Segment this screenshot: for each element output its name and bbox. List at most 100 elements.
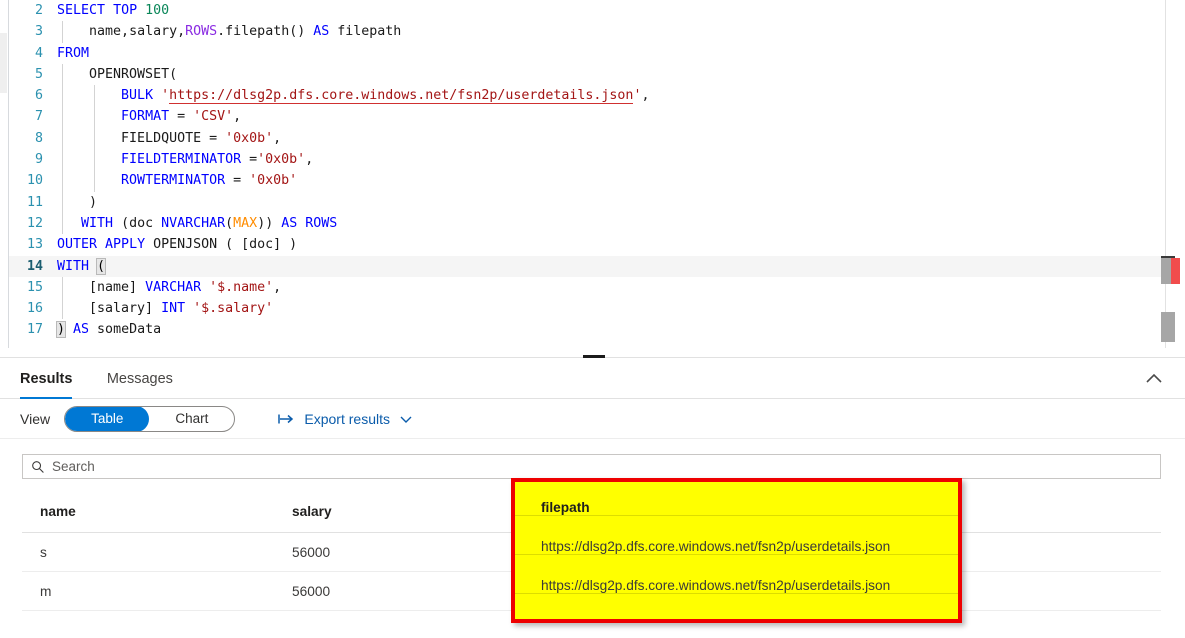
line-number: 4 bbox=[34, 45, 43, 61]
code-token: BULK bbox=[121, 88, 154, 104]
line-number: 6 bbox=[34, 88, 43, 104]
indent-guide bbox=[62, 149, 63, 171]
code-token: '0x0b' bbox=[257, 152, 306, 168]
code-token: (doc bbox=[113, 215, 162, 231]
indent-guide bbox=[94, 127, 95, 150]
code-token: , bbox=[121, 24, 130, 40]
code-line[interactable]: 14 WITH ( bbox=[9, 255, 1167, 277]
code-token: ROWS bbox=[185, 24, 218, 40]
code-token: WITH bbox=[57, 258, 90, 274]
line-number: 16 bbox=[26, 301, 43, 317]
code-text: OUTER APPLY OPENJSON ( [doc] ) bbox=[57, 237, 297, 252]
code-line[interactable]: 17) AS someData bbox=[9, 319, 1167, 340]
editor-results-splitter[interactable] bbox=[0, 348, 1185, 359]
search-input[interactable] bbox=[52, 459, 1160, 474]
tab-messages[interactable]: Messages bbox=[107, 359, 173, 399]
code-line[interactable]: 3 name,salary,ROWS.filepath() AS filepat… bbox=[9, 21, 1167, 43]
code-token: ( bbox=[96, 257, 107, 275]
view-option-table[interactable]: Table bbox=[65, 406, 150, 431]
table-cell-name: m bbox=[40, 583, 52, 599]
code-token: , bbox=[273, 279, 282, 295]
column-header-salary[interactable]: salary bbox=[274, 504, 506, 519]
code-line[interactable]: 7 FORMAT = 'CSV', bbox=[9, 106, 1167, 128]
annotation-filepath-row-1: https://dlsg2p.dfs.core.windows.net/fsn2… bbox=[541, 539, 891, 554]
indent-guide bbox=[94, 149, 95, 171]
code-token: .filepath() bbox=[217, 24, 314, 40]
code-token: ROWS bbox=[305, 215, 338, 231]
code-token: FROM bbox=[57, 45, 90, 61]
code-lines-container[interactable]: 2 SELECT TOP 100 3 name,salary,ROWS.filepa… bbox=[9, 0, 1167, 348]
code-text: WITH (doc NVARCHAR(MAX)) AS ROWS bbox=[57, 216, 337, 231]
code-text: FROM bbox=[57, 46, 89, 61]
tab-results[interactable]: Results bbox=[20, 359, 73, 399]
line-number: 3 bbox=[34, 24, 43, 40]
line-number: 11 bbox=[26, 194, 43, 210]
code-token: , bbox=[305, 152, 314, 168]
scrollbar-thumb-lower[interactable] bbox=[1161, 312, 1175, 342]
code-line[interactable]: 6 BULK 'https://dlsg2p.dfs.core.windows.… bbox=[9, 85, 1167, 107]
code-token: , bbox=[641, 88, 650, 104]
line-number: 12 bbox=[26, 215, 43, 231]
table-cell-salary: 56000 bbox=[292, 544, 331, 560]
indent-guide bbox=[62, 63, 63, 86]
code-token: FORMAT bbox=[121, 109, 170, 125]
editor-vertical-scrollbar[interactable] bbox=[1161, 0, 1180, 348]
code-token: = bbox=[169, 109, 194, 125]
view-toggle-group[interactable]: Table Chart bbox=[64, 405, 236, 432]
code-token: = bbox=[225, 173, 250, 189]
code-token: someData bbox=[89, 322, 162, 338]
code-line[interactable]: 12 WITH (doc NVARCHAR(MAX)) AS ROWS bbox=[9, 212, 1167, 235]
code-text: ) bbox=[57, 195, 97, 210]
code-text: SELECT TOP 100 bbox=[57, 3, 169, 18]
column-header-name[interactable]: name bbox=[22, 504, 274, 519]
search-box[interactable] bbox=[22, 454, 1161, 479]
code-editor[interactable]: 2 SELECT TOP 100 3 name,salary,ROWS.filepa… bbox=[0, 0, 1185, 348]
code-line[interactable]: 2 SELECT TOP 100 bbox=[9, 0, 1167, 21]
tab-messages-label: Messages bbox=[106, 371, 173, 387]
code-line[interactable]: 13 OUTER APPLY OPENJSON ( [doc] ) bbox=[9, 234, 1167, 255]
code-text: WITH ( bbox=[57, 257, 107, 275]
line-number: 8 bbox=[34, 130, 43, 146]
code-token: filepath bbox=[329, 24, 402, 40]
results-toolbar: View Table Chart Export results bbox=[0, 399, 1185, 439]
code-token: ROWTERMINATOR bbox=[121, 173, 226, 189]
code-token: , bbox=[233, 109, 242, 125]
chevron-up-icon[interactable] bbox=[1141, 367, 1167, 391]
code-line[interactable]: 8 FIELDQUOTE = '0x0b', bbox=[9, 127, 1167, 150]
code-line[interactable]: 11 ) bbox=[9, 191, 1167, 213]
code-line[interactable]: 9 FIELDTERMINATOR ='0x0b', bbox=[9, 149, 1167, 171]
indent-guide bbox=[62, 106, 63, 128]
code-line[interactable]: 10 ROWTERMINATOR = '0x0b' bbox=[9, 170, 1167, 192]
code-line[interactable]: 5 OPENROWSET( bbox=[9, 63, 1167, 86]
splitter-drag-handle[interactable] bbox=[583, 355, 605, 358]
line-number: 10 bbox=[26, 173, 43, 189]
export-results-button[interactable]: Export results bbox=[277, 411, 413, 427]
code-token: AS bbox=[281, 215, 298, 231]
indent-guide bbox=[94, 106, 95, 128]
code-text: BULK 'https://dlsg2p.dfs.core.windows.ne… bbox=[57, 88, 650, 105]
code-token: MAX bbox=[233, 215, 258, 231]
indent-guide bbox=[62, 298, 63, 320]
code-token: NVARCHAR bbox=[161, 215, 226, 231]
overview-ruler-error-marker[interactable] bbox=[1171, 258, 1180, 284]
code-token: name bbox=[57, 24, 122, 40]
code-line[interactable]: 15 [name] VARCHAR '$.name', bbox=[9, 276, 1167, 299]
code-token: ' bbox=[161, 88, 170, 104]
code-text: [salary] INT '$.salary' bbox=[57, 301, 273, 316]
code-line[interactable]: 16 [salary] INT '$.salary' bbox=[9, 298, 1167, 320]
code-line[interactable]: 4 FROM bbox=[9, 43, 1167, 64]
code-text: FORMAT = 'CSV', bbox=[57, 109, 241, 124]
view-option-chart[interactable]: Chart bbox=[149, 407, 234, 431]
indent-guide bbox=[62, 191, 63, 213]
code-text: name,salary,ROWS.filepath() AS filepath bbox=[57, 24, 401, 39]
code-token: , bbox=[273, 130, 282, 146]
code-token: APPLY bbox=[105, 237, 146, 253]
annotation-row-divider bbox=[515, 593, 958, 594]
